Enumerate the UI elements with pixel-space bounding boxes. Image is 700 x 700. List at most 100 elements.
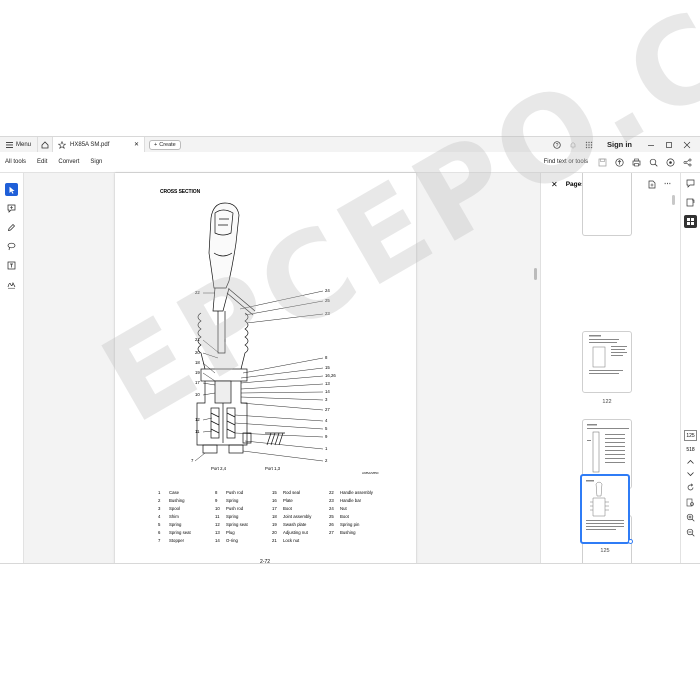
- zoom-out-icon[interactable]: [686, 528, 695, 537]
- pages-panel-actions: ⋯: [648, 180, 681, 189]
- legend-number: 5: [158, 522, 161, 527]
- zoom-in-icon[interactable]: [686, 513, 695, 522]
- ai-assistant-icon[interactable]: [666, 158, 675, 167]
- comment-icon: [686, 179, 695, 188]
- menu-label: Menu: [16, 141, 32, 148]
- print-icon[interactable]: [632, 158, 641, 167]
- legend-item: 25 Boot: [329, 513, 389, 521]
- hamburger-icon: [6, 141, 13, 148]
- page-add-icon[interactable]: [648, 180, 656, 189]
- find-text-button[interactable]: Find text or tools: [544, 159, 588, 165]
- select-tool[interactable]: [5, 183, 18, 196]
- legend-text: Handle bar: [340, 498, 362, 503]
- window-close-icon[interactable]: [682, 141, 692, 149]
- legend-number: 3: [158, 506, 161, 511]
- chevron-up-icon[interactable]: [686, 459, 695, 465]
- page-thumbnail-125[interactable]: [580, 474, 630, 544]
- help-icon[interactable]: ?: [553, 140, 561, 149]
- legend-text: Push rod: [226, 506, 244, 511]
- close-panel-icon[interactable]: ✕: [551, 180, 558, 189]
- comments-panel-button[interactable]: [684, 177, 697, 190]
- legend-text: Spring seat: [169, 530, 191, 535]
- legend-item: 7 Stopper: [158, 537, 215, 545]
- minimize-icon[interactable]: [646, 141, 656, 149]
- menu-all-tools[interactable]: All tools: [5, 159, 26, 165]
- pages-panel-button[interactable]: [684, 215, 697, 228]
- legend-number: 26: [329, 522, 334, 527]
- maximize-icon[interactable]: [664, 141, 674, 149]
- legend-item: 2 Bushing: [158, 497, 215, 505]
- bell-icon[interactable]: [569, 141, 577, 149]
- draw-tool[interactable]: [5, 240, 18, 253]
- document-scrollbar[interactable]: [534, 268, 537, 280]
- menu-edit[interactable]: Edit: [37, 159, 47, 165]
- page-search-icon[interactable]: [686, 498, 695, 507]
- chevron-down-icon[interactable]: [686, 471, 695, 477]
- create-button[interactable]: + Create: [149, 139, 181, 150]
- tab-close-icon[interactable]: ✕: [134, 141, 139, 148]
- callout-label: 11: [195, 429, 200, 434]
- comment-tool[interactable]: [5, 202, 18, 215]
- sign-in-button[interactable]: Sign in: [607, 140, 632, 149]
- legend-text: Plug: [226, 530, 235, 535]
- thumbnail-preview: [586, 480, 624, 530]
- stamp-tool[interactable]: [5, 278, 18, 291]
- legend-text: Spring: [226, 514, 239, 519]
- share-icon[interactable]: [683, 158, 692, 167]
- legend-item: 8 Push rod: [215, 489, 272, 497]
- legend-text: Spring: [226, 498, 239, 503]
- legend-item: 21 Lock nut: [272, 537, 329, 545]
- legend-number: 24: [329, 506, 334, 511]
- pages-panel-scrollbar[interactable]: [672, 191, 675, 551]
- legend-text: Handle assembly: [340, 490, 373, 495]
- text-tool[interactable]: [5, 259, 18, 272]
- bookmarks-panel-button[interactable]: [684, 196, 697, 209]
- legend-number: 8: [215, 490, 218, 495]
- menu-sign[interactable]: Sign: [90, 159, 102, 165]
- parts-legend: 1 Case 8 Push rod 15 Rod seal 22 Handle assembl…: [158, 489, 389, 545]
- refresh-icon[interactable]: [686, 483, 695, 492]
- home-button[interactable]: [37, 137, 54, 152]
- legend-number: 11: [215, 514, 220, 519]
- menu-button[interactable]: Menu: [0, 137, 37, 152]
- callout-label: 12: [195, 417, 200, 422]
- legend-number: 14: [215, 538, 220, 543]
- callout-label: 4: [325, 418, 328, 423]
- page-thumbnail[interactable]: [582, 173, 632, 236]
- legend-item: 27 Bushing: [329, 529, 389, 537]
- highlight-tool[interactable]: [5, 221, 18, 234]
- svg-text:?: ?: [556, 142, 559, 148]
- legend-item: 24 Nut: [329, 505, 389, 513]
- legend-text: Boot: [340, 514, 349, 519]
- legend-text: Spring seat: [226, 522, 248, 527]
- port-label-right: Port 1,3: [265, 466, 281, 471]
- apps-icon[interactable]: [585, 141, 593, 149]
- legend-number: 13: [215, 530, 220, 535]
- plus-icon: +: [154, 141, 158, 148]
- resize-handle[interactable]: [628, 539, 633, 544]
- save-icon[interactable]: [598, 158, 607, 167]
- grid-icon: [687, 218, 694, 225]
- legend-item: 6 Spring seat: [158, 529, 215, 537]
- callout-label: 2: [325, 458, 328, 463]
- page-thumbnail-122[interactable]: [582, 331, 632, 393]
- upload-cloud-icon[interactable]: [615, 157, 624, 167]
- legend-number: 27: [329, 530, 334, 535]
- cross-section-diagram: [194, 202, 324, 462]
- callout-label: 9: [325, 434, 328, 439]
- more-options-icon[interactable]: ⋯: [664, 180, 671, 188]
- page-label-122: 122: [602, 399, 612, 405]
- legend-item: 10 Push rod: [215, 505, 272, 513]
- titlebar-right: ? Sign in: [553, 140, 700, 149]
- legend-text: Plate: [283, 498, 293, 503]
- page-number-input[interactable]: 125: [684, 430, 697, 441]
- callout-label: 22: [195, 290, 200, 295]
- document-viewport[interactable]: CROSS SECTION 22 21 20 18 19 17 10 12 11…: [25, 173, 540, 563]
- menu-convert[interactable]: Convert: [58, 159, 79, 165]
- search-zoom-icon[interactable]: [649, 158, 658, 167]
- comment-add-icon: [7, 204, 16, 213]
- star-icon[interactable]: [58, 140, 67, 149]
- main-toolbar: All tools Edit Convert Sign Find text or…: [0, 152, 700, 173]
- legend-number: 16: [272, 498, 277, 503]
- document-tab[interactable]: HX85A SM.pdf ✕: [53, 137, 146, 152]
